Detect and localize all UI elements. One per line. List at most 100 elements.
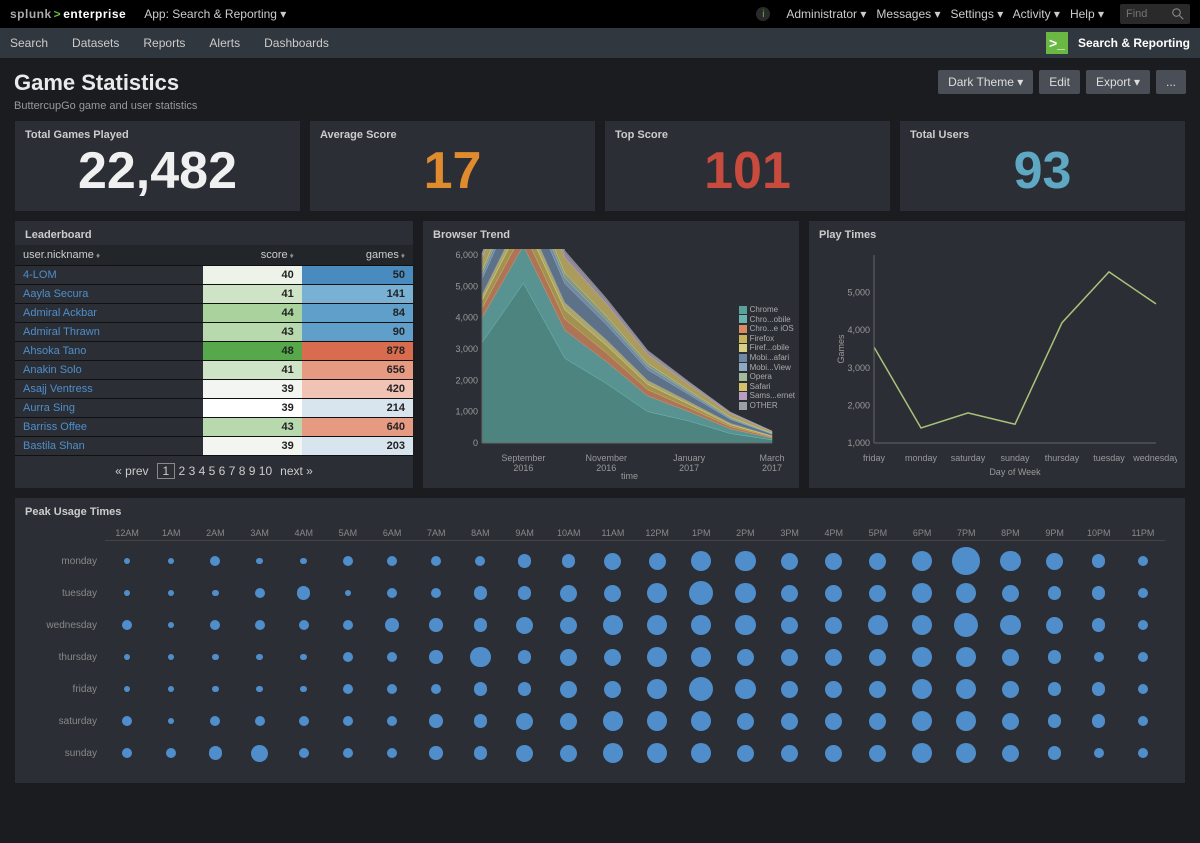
svg-text:monday: monday [905, 453, 938, 463]
kpi-total games played: Total Games Played22,482 [14, 120, 301, 212]
table-row[interactable]: Ahsoka Tano48878 [15, 342, 413, 361]
page-subtitle: ButtercupGo game and user statistics [14, 100, 197, 112]
svg-text:4,000: 4,000 [455, 313, 478, 323]
table-row[interactable]: Aurra Sing39214 [15, 399, 413, 418]
pager-page[interactable]: 8 [239, 464, 246, 478]
svg-text:sunday: sunday [1000, 453, 1030, 463]
leaderboard-table: user.nickname♦ score♦ games♦ 4-LOM4050Aa… [15, 245, 413, 456]
pager-page[interactable]: 7 [229, 464, 236, 478]
tab-search[interactable]: Search [10, 36, 48, 50]
theme-button[interactable]: Dark Theme ▾ [938, 70, 1033, 94]
table-row[interactable]: 4-LOM4050 [15, 266, 413, 285]
svg-text:5,000: 5,000 [847, 288, 870, 298]
menu-administrator[interactable]: Administrator ▾ [786, 7, 866, 21]
browser-trend-chart[interactable]: 01,0002,0003,0004,0005,0006,000September… [431, 249, 791, 479]
play-times-panel: Play Times 1,0002,0003,0004,0005,000frid… [808, 220, 1186, 489]
panel-title-playtimes: Play Times [809, 221, 1185, 245]
global-search[interactable] [1120, 4, 1190, 24]
app-icon: >_ [1046, 32, 1068, 54]
app-name: Search & Reporting [1078, 36, 1190, 50]
svg-text:2016: 2016 [596, 463, 616, 473]
browser-trend-panel: Browser Trend 01,0002,0003,0004,0005,000… [422, 220, 800, 489]
panel-title-browser: Browser Trend [423, 221, 799, 245]
svg-text:Day of Week: Day of Week [989, 467, 1041, 477]
col-nickname[interactable]: user.nickname♦ [15, 245, 203, 266]
panel-title-leaderboard: Leaderboard [15, 221, 413, 245]
table-row[interactable]: Aayla Secura41141 [15, 285, 413, 304]
pager-page[interactable]: 10 [259, 464, 272, 478]
tab-datasets[interactable]: Datasets [72, 36, 119, 50]
menu-help[interactable]: Help ▾ [1070, 7, 1104, 21]
kpi-average score: Average Score17 [309, 120, 596, 212]
col-score[interactable]: score♦ [203, 245, 302, 266]
page-title: Game Statistics [14, 70, 197, 96]
table-row[interactable]: Anakin Solo41656 [15, 361, 413, 380]
svg-text:November: November [586, 453, 628, 463]
tab-alerts[interactable]: Alerts [209, 36, 240, 50]
menu-settings[interactable]: Settings ▾ [951, 7, 1004, 21]
app-switcher[interactable]: App: Search & Reporting ▾ [144, 7, 286, 21]
svg-text:March: March [759, 453, 784, 463]
table-row[interactable]: Admiral Ackbar4484 [15, 304, 413, 323]
table-row[interactable]: Admiral Thrawn4390 [15, 323, 413, 342]
browser-legend: ChromeChro...obileChro...e iOSFirefoxFir… [739, 305, 795, 411]
svg-text:January: January [673, 453, 706, 463]
pager-page[interactable]: 3 [189, 464, 196, 478]
pager-next[interactable]: next » [280, 464, 313, 478]
svg-text:3,000: 3,000 [455, 344, 478, 354]
menu-messages[interactable]: Messages ▾ [876, 7, 940, 21]
punch-row: saturday [105, 705, 1165, 737]
more-button[interactable]: ... [1156, 70, 1186, 94]
svg-text:friday: friday [863, 453, 886, 463]
kpi-top score: Top Score101 [604, 120, 891, 212]
table-row[interactable]: Barriss Offee43640 [15, 418, 413, 437]
search-icon [1172, 8, 1184, 20]
pager-page[interactable]: 6 [219, 464, 226, 478]
svg-text:thursday: thursday [1045, 453, 1080, 463]
svg-text:3,000: 3,000 [847, 363, 870, 373]
svg-text:1,000: 1,000 [847, 438, 870, 448]
leaderboard-panel: Leaderboard user.nickname♦ score♦ games♦… [14, 220, 414, 489]
svg-text:4,000: 4,000 [847, 325, 870, 335]
tab-reports[interactable]: Reports [143, 36, 185, 50]
info-icon[interactable]: i [756, 7, 770, 21]
brand-logo: splunk>enterprise [10, 7, 126, 21]
svg-text:1,000: 1,000 [455, 407, 478, 417]
export-button[interactable]: Export ▾ [1086, 70, 1150, 94]
svg-text:2016: 2016 [513, 463, 533, 473]
pager-page[interactable]: 9 [249, 464, 256, 478]
svg-text:2,000: 2,000 [455, 375, 478, 385]
pager-page[interactable]: 5 [209, 464, 216, 478]
svg-text:Games: Games [836, 334, 846, 364]
punch-row: monday [105, 545, 1165, 577]
punch-row: wednesday [105, 609, 1165, 641]
peak-usage-panel: Peak Usage Times 12AM1AM2AM3AM4AM5AM6AM7… [14, 497, 1186, 784]
svg-text:September: September [501, 453, 545, 463]
panel-title-peak: Peak Usage Times [15, 498, 1185, 522]
pager-prev[interactable]: « prev [115, 464, 148, 478]
svg-text:5,000: 5,000 [455, 281, 478, 291]
kpi-total users: Total Users93 [899, 120, 1186, 212]
menu-activity[interactable]: Activity ▾ [1013, 7, 1060, 21]
tab-dashboards[interactable]: Dashboards [264, 36, 329, 50]
edit-button[interactable]: Edit [1039, 70, 1080, 94]
punch-row: thursday [105, 641, 1165, 673]
svg-text:wednesday: wednesday [1132, 453, 1177, 463]
punch-row: friday [105, 673, 1165, 705]
table-row[interactable]: Asajj Ventress39420 [15, 380, 413, 399]
table-row[interactable]: Bastila Shan39203 [15, 437, 413, 456]
play-times-chart[interactable]: 1,0002,0003,0004,0005,000fridaymondaysat… [817, 249, 1177, 479]
punch-row: sunday [105, 737, 1165, 769]
col-games[interactable]: games♦ [302, 245, 413, 266]
punch-row: tuesday [105, 577, 1165, 609]
pager-page[interactable]: 2 [179, 464, 186, 478]
pager-page[interactable]: 4 [199, 464, 206, 478]
pager-page[interactable]: 1 [157, 463, 176, 479]
svg-text:2017: 2017 [762, 463, 782, 473]
search-input[interactable] [1126, 8, 1166, 20]
svg-text:saturday: saturday [951, 453, 986, 463]
svg-text:_time: _time [615, 471, 638, 479]
svg-text:6,000: 6,000 [455, 250, 478, 260]
svg-text:2017: 2017 [679, 463, 699, 473]
peak-usage-chart[interactable]: 12AM1AM2AM3AM4AM5AM6AM7AM8AM9AM10AM11AM1… [15, 522, 1185, 783]
